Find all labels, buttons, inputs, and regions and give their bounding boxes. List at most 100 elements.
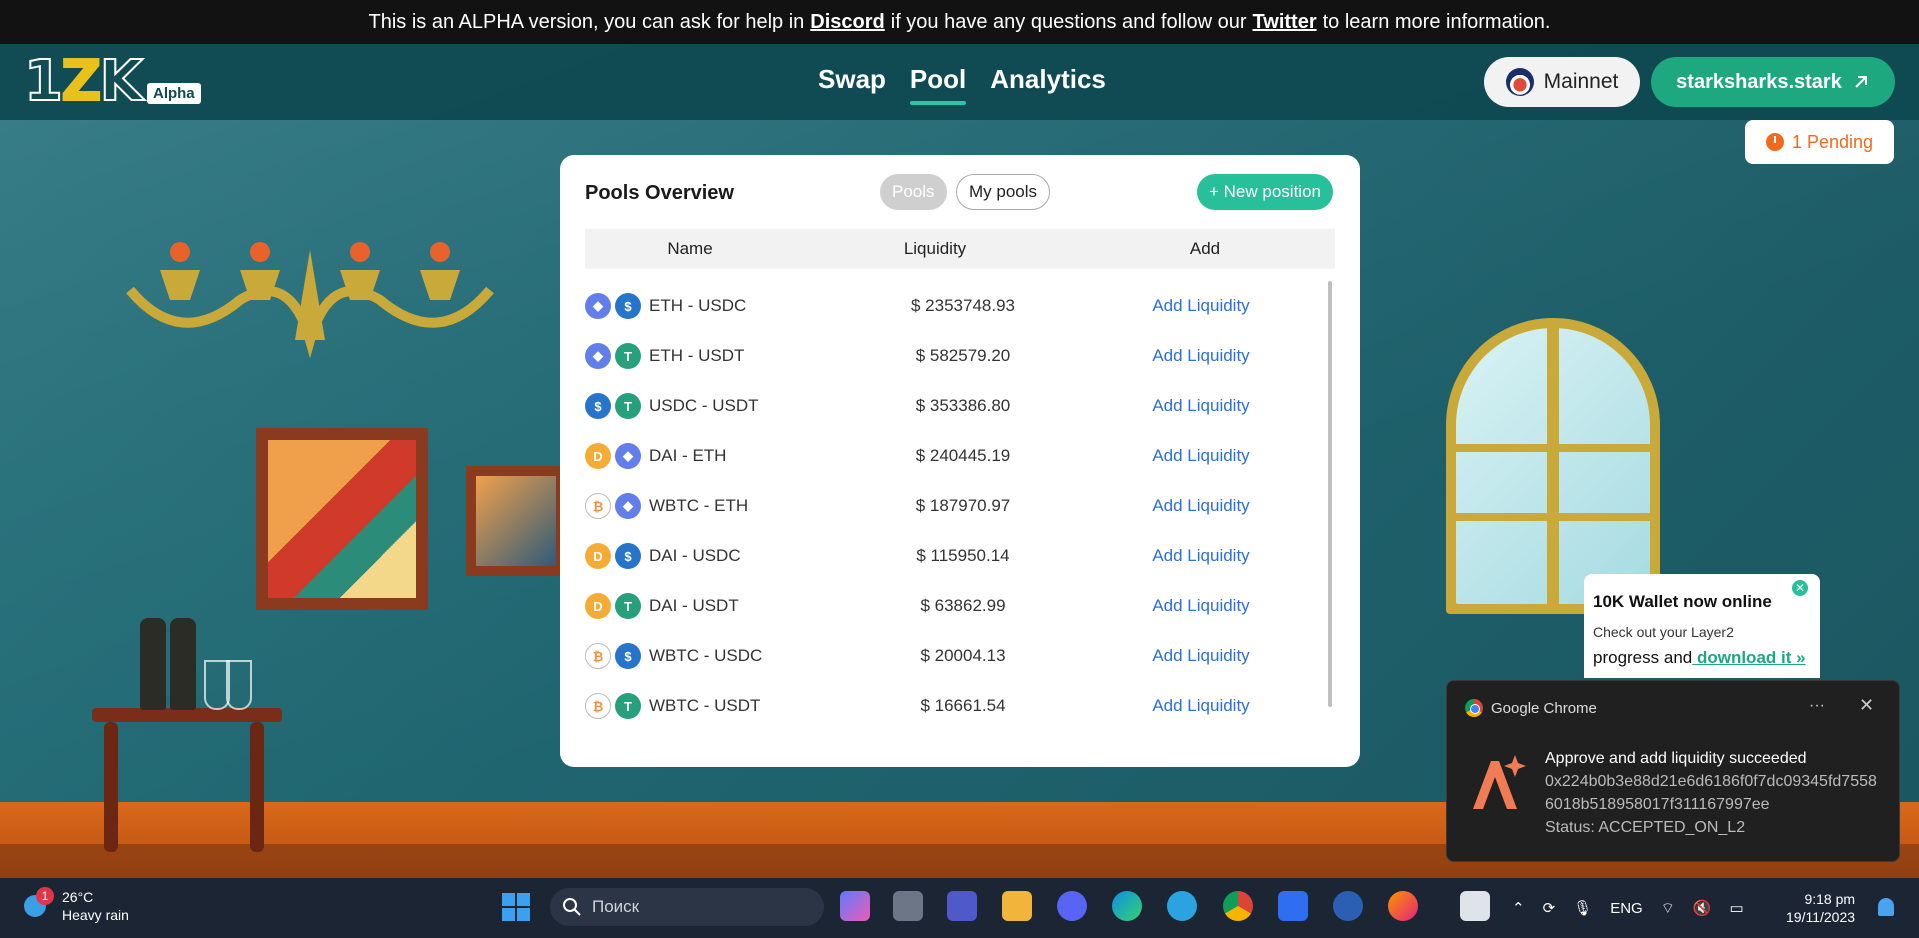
add-liquidity-link[interactable]: Add Liquidity [1077,546,1325,566]
copilot-icon[interactable] [840,891,870,921]
app-icon[interactable] [1278,891,1308,921]
tab-pools[interactable]: Pools [880,174,947,210]
edge-icon[interactable] [1112,891,1142,921]
table-row: DT DAI - USDT $ 63862.99 Add Liquidity [585,581,1325,631]
discord-link[interactable]: Discord [810,11,884,34]
eth-icon: ◆ [585,293,611,319]
pair-name: WBTC - USDT [649,696,761,715]
wine-bottle [140,618,166,710]
liquidity-value: $ 187970.97 [915,496,1011,515]
close-icon[interactable]: ✕ [1859,695,1874,716]
column-header-add: Add [1189,239,1221,258]
table-scrollbar[interactable] [1328,281,1332,707]
nav-analytics[interactable]: Analytics [990,64,1106,105]
sync-icon[interactable]: ⟳ [1543,899,1556,917]
windows-start-icon[interactable] [502,893,530,921]
wbtc-icon: ₿ [585,643,611,669]
app-logo-icon [1473,755,1526,809]
network-label: Mainnet [1543,70,1619,93]
taskbar-clock[interactable]: 9:18 pm 19/11/2023 [1786,890,1855,926]
pending-transactions-button[interactable]: 1 Pending [1745,120,1894,164]
wifi-icon[interactable]: ⌔ [1661,899,1675,918]
eth-icon: ◆ [615,493,641,519]
logo[interactable]: 1ZK Alpha [23,49,201,114]
battery-icon[interactable]: ▭ [1730,899,1744,917]
arched-window [1446,318,1660,614]
taskbar-search[interactable]: Поиск [550,888,824,926]
volume-muted-icon[interactable]: 🔇 [1693,899,1712,917]
liquidity-value: $ 115950.14 [916,546,1010,565]
nav-swap[interactable]: Swap [818,64,886,105]
telegram-icon[interactable] [1167,891,1197,921]
weather-icon: 1 [24,887,54,921]
network-selector-button[interactable]: Mainnet [1484,57,1640,107]
chrome-notification[interactable]: Google Chrome ··· ✕ Approve and add liqu… [1446,680,1900,862]
add-liquidity-link[interactable]: Add Liquidity [1077,496,1325,516]
wine-bottle [170,618,196,710]
system-tray: ⌃ ⟳ 🎙 ENG ⌔ 🔇 ▭ [1512,878,1744,938]
add-liquidity-link[interactable]: Add Liquidity [1077,646,1325,666]
usdc-icon: $ [615,643,641,669]
promo-subtitle: Check out your Layer2 [1593,624,1734,640]
file-explorer-icon[interactable] [1002,891,1032,921]
weather-widget[interactable]: 1 26°C Heavy rain [24,887,129,924]
table-row: ◆ $ ETH - USDC $ 2353748.93 Add Liquidity [585,281,1325,331]
notification-bell-icon[interactable] [1878,898,1894,916]
transaction-status: Status: ACCEPTED_ON_L2 [1545,819,1746,836]
chrome-icon[interactable] [1223,891,1253,921]
banner-text-mid: if you have any questions and follow our [890,10,1247,33]
usdt-icon: T [615,393,641,419]
notification-body: Approve and add liquidity succeeded 0x22… [1545,747,1885,839]
new-position-button[interactable]: + New position [1197,174,1333,210]
eth-icon: ◆ [615,443,641,469]
logo-mark: 1ZK [23,49,144,114]
usdc-icon: $ [615,293,641,319]
add-liquidity-link[interactable]: Add Liquidity [1077,346,1325,366]
external-link-icon [1855,76,1867,88]
add-liquidity-link[interactable]: Add Liquidity [1077,296,1325,316]
painting-large [256,428,428,610]
discord-icon[interactable] [1057,891,1087,921]
liquidity-value: $ 353386.80 [915,396,1011,415]
pending-label: 1 Pending [1791,131,1874,152]
pair-name: WBTC - USDC [649,646,763,665]
app-icon[interactable] [1460,891,1490,921]
close-icon[interactable]: ✕ [1792,580,1808,596]
firefox-icon[interactable] [1388,891,1418,921]
dai-icon: D [585,593,611,619]
table-row: ₿ T WBTC - USDT $ 16661.54 Add Liquidity [585,681,1325,731]
wallet-account-button[interactable]: starksharks.stark [1651,57,1895,107]
card-title: Pools Overview [585,182,734,204]
tab-my-pools[interactable]: My pools [956,174,1051,210]
more-options-icon[interactable]: ··· [1809,697,1825,715]
usdt-icon: T [615,693,641,719]
pair-name: DAI - USDC [649,546,741,565]
wine-glass [226,660,252,710]
download-link[interactable]: download it » [1692,648,1806,667]
add-liquidity-link[interactable]: Add Liquidity [1077,596,1325,616]
column-header-liquidity: Liquidity [903,239,967,258]
pair-name: USDC - USDT [649,396,759,415]
clock-time: 9:18 pm [1804,891,1856,907]
table-header: Name Liquidity Add [585,229,1335,269]
wbtc-icon: ₿ [585,693,611,719]
notification-header: Google Chrome [1465,699,1597,717]
nav-pool[interactable]: Pool [909,64,967,105]
pair-name: ETH - USDT [649,346,745,365]
add-liquidity-link[interactable]: Add Liquidity [1077,696,1325,716]
pair-name: ETH - USDC [649,296,747,315]
add-liquidity-link[interactable]: Add Liquidity [1077,446,1325,466]
twitter-link[interactable]: Twitter [1253,11,1317,34]
main-nav: Swap Pool Analytics [818,64,1106,105]
task-view-icon[interactable] [893,891,923,921]
notification-title: Approve and add liquidity succeeded [1545,750,1807,767]
promo-title: 10K Wallet now online [1593,592,1772,611]
pair-name: WBTC - ETH [649,496,749,515]
chevron-up-icon[interactable]: ⌃ [1512,899,1525,917]
language-indicator[interactable]: ENG [1610,900,1643,917]
search-icon [563,898,581,916]
add-liquidity-link[interactable]: Add Liquidity [1077,396,1325,416]
microphone-icon[interactable]: 🎙 [1573,899,1592,917]
teams-icon[interactable] [947,891,977,921]
app-icon[interactable] [1333,891,1363,921]
